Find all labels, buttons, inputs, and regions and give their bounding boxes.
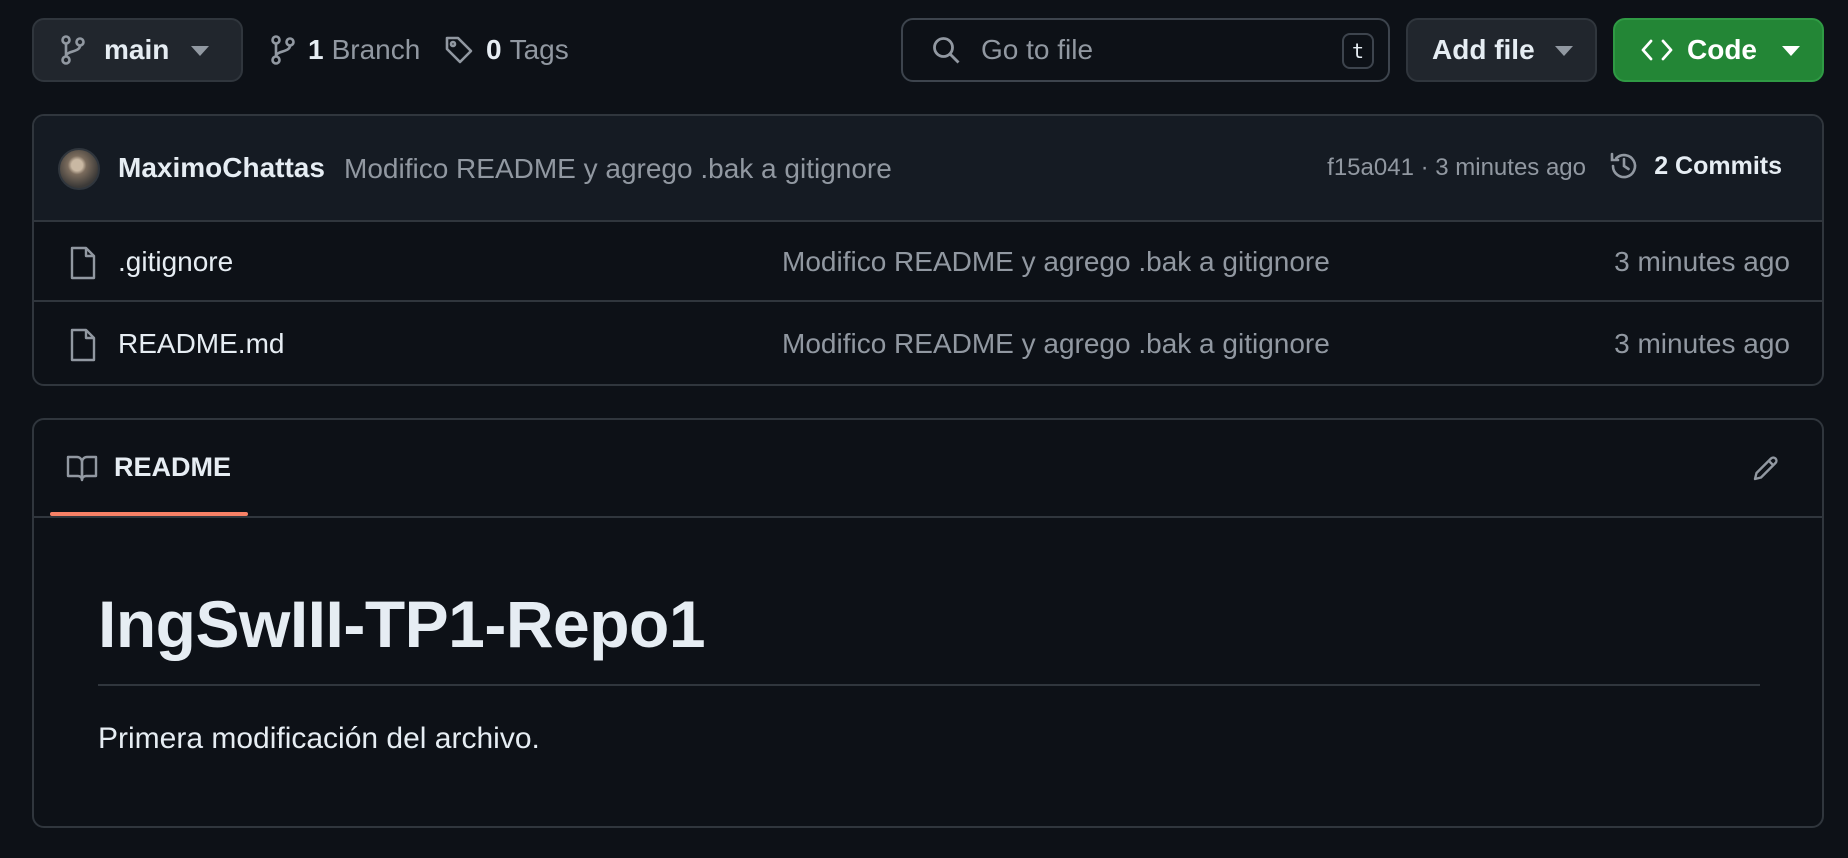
readme-body-text: Primera modificación del archivo. <box>98 722 540 755</box>
pencil-icon <box>1751 453 1781 483</box>
repo-page: main 1 Branch 0 Tags Go to file t Add fi… <box>0 0 1848 858</box>
readme-tab-label: README <box>114 452 232 482</box>
avatar[interactable] <box>58 148 100 190</box>
branches-link[interactable]: 1 Branch <box>270 30 420 70</box>
file-commit-message[interactable]: Modifico README y agrego .bak a gitignor… <box>782 328 1330 360</box>
branches-label: Branch <box>331 34 421 65</box>
git-branch-icon <box>60 35 86 65</box>
history-icon <box>1608 150 1640 182</box>
file-commit-message[interactable]: Modifico README y agrego .bak a gitignor… <box>782 246 1330 278</box>
latest-commit-bar: MaximoChattas Modifico README y agrego .… <box>34 116 1822 222</box>
add-file-label: Add file <box>1432 34 1535 65</box>
edit-readme-button[interactable] <box>1736 442 1796 494</box>
latest-commit-message[interactable]: Modifico README y agrego .bak a gitignor… <box>344 153 892 185</box>
book-icon <box>66 454 98 482</box>
tags-label: Tags <box>509 34 569 65</box>
commit-author-link[interactable]: MaximoChattas <box>118 152 325 184</box>
search-icon <box>931 35 961 65</box>
add-file-button[interactable]: Add file <box>1406 18 1597 82</box>
chevron-down-icon <box>1782 46 1800 56</box>
tag-icon <box>444 35 474 65</box>
tags-link[interactable]: 0 Tags <box>444 30 569 70</box>
go-to-file-search[interactable]: Go to file t <box>901 18 1390 82</box>
commits-count-label: 2 Commits <box>1654 151 1782 180</box>
file-icon <box>70 246 96 280</box>
chevron-down-icon <box>191 46 209 56</box>
readme-header: README <box>34 420 1822 518</box>
readme-panel: README IngSwIII-TP1-Repo1 Primera modifi… <box>32 418 1824 828</box>
repo-toolbar: main 1 Branch 0 Tags Go to file t Add fi… <box>0 0 1848 100</box>
commit-hash-time[interactable]: f15a041 · 3 minutes ago <box>1327 154 1586 182</box>
branches-count: 1 <box>308 34 324 65</box>
code-button[interactable]: Code <box>1613 18 1824 82</box>
tags-count: 0 <box>486 34 502 65</box>
keyboard-shortcut-hint: t <box>1342 33 1374 69</box>
tab-readme[interactable]: README <box>66 452 231 483</box>
file-row[interactable]: README.md Modifico README y agrego .bak … <box>34 304 1822 384</box>
branch-selector-button[interactable]: main <box>32 18 243 82</box>
file-name-link[interactable]: README.md <box>118 328 284 360</box>
readme-title: IngSwIII-TP1-Repo1 <box>98 586 1760 686</box>
file-name-link[interactable]: .gitignore <box>118 246 233 278</box>
commits-history-link[interactable]: 2 Commits <box>1608 150 1782 182</box>
search-placeholder: Go to file <box>981 34 1094 65</box>
branch-name: main <box>104 34 170 65</box>
file-commit-date: 3 minutes ago <box>1614 246 1790 277</box>
code-icon <box>1641 38 1673 62</box>
active-tab-underline <box>50 512 248 516</box>
file-row[interactable]: .gitignore Modifico README y agrego .bak… <box>34 222 1822 302</box>
file-list: MaximoChattas Modifico README y agrego .… <box>32 114 1824 386</box>
file-icon <box>70 328 96 362</box>
git-branch-icon <box>270 35 296 65</box>
chevron-down-icon <box>1555 46 1573 56</box>
code-label: Code <box>1687 34 1757 65</box>
file-commit-date: 3 minutes ago <box>1614 328 1790 359</box>
